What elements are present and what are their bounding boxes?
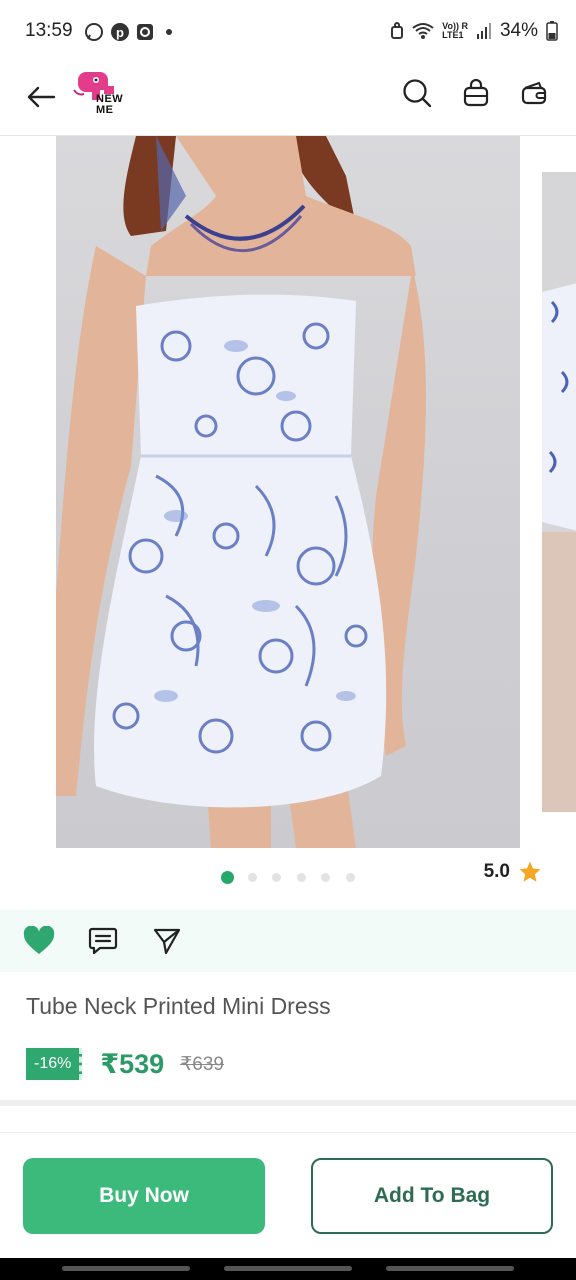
product-rating: 5.0 xyxy=(484,860,542,884)
search-icon xyxy=(403,79,432,108)
svg-text:p: p xyxy=(116,25,124,40)
product-image-carousel[interactable] xyxy=(0,136,576,850)
pinterest-icon: p xyxy=(111,23,129,41)
whatsapp-icon xyxy=(85,23,103,41)
section-divider xyxy=(0,1132,576,1133)
back-button[interactable] xyxy=(20,76,62,118)
signal-icon xyxy=(476,23,491,39)
carousel-dot[interactable] xyxy=(346,873,355,882)
system-navigation-bar xyxy=(0,1258,576,1280)
share-button[interactable] xyxy=(150,924,184,958)
search-button[interactable] xyxy=(396,72,438,114)
alarm-icon xyxy=(391,22,404,39)
carousel-dot[interactable] xyxy=(297,873,306,882)
wallet-button[interactable] xyxy=(514,72,556,114)
nav-recents-handle[interactable] xyxy=(386,1266,514,1271)
wallet-icon xyxy=(521,81,547,105)
wishlist-button[interactable] xyxy=(22,924,56,958)
logo-text: NEW ME xyxy=(96,93,124,116)
nav-back-handle[interactable] xyxy=(62,1266,190,1271)
selling-price: ₹539 xyxy=(100,1048,165,1079)
reviews-button[interactable] xyxy=(86,924,120,958)
add-to-bag-button[interactable]: Add To Bag xyxy=(311,1158,553,1234)
app-notification-icon xyxy=(137,24,153,40)
product-photo-main[interactable] xyxy=(56,136,520,848)
top-app-bar: NEW ME xyxy=(0,64,576,136)
battery-percent: 34% xyxy=(499,20,538,41)
carousel-dot[interactable] xyxy=(272,873,281,882)
share-icon xyxy=(153,928,181,955)
dot-icon xyxy=(166,29,172,35)
next-photo-preview xyxy=(542,283,576,812)
carousel-dot[interactable] xyxy=(248,873,257,882)
product-actions-row xyxy=(0,910,576,972)
battery-icon xyxy=(546,21,558,41)
status-bar: 13:59 p Vo)) R LTE1 34% xyxy=(0,0,576,64)
buy-now-button[interactable]: Buy Now xyxy=(23,1158,265,1234)
system-icons: Vo)) R LTE1 34% xyxy=(390,20,558,42)
carousel-dot[interactable] xyxy=(221,871,234,884)
nav-home-handle[interactable] xyxy=(224,1266,352,1271)
status-time: 13:59 xyxy=(25,20,73,41)
wifi-icon xyxy=(412,23,434,39)
section-divider xyxy=(0,1100,576,1106)
newme-logo[interactable]: NEW ME xyxy=(72,68,130,118)
notification-icons: p xyxy=(84,22,172,42)
bag-button[interactable] xyxy=(455,72,497,114)
price-row: -16% ₹539 ₹639 xyxy=(26,1046,224,1082)
comment-icon xyxy=(88,927,118,955)
product-photo-next[interactable] xyxy=(542,172,576,812)
discount-badge: -16% xyxy=(26,1048,83,1080)
bag-icon xyxy=(463,79,489,107)
star-icon xyxy=(519,861,541,882)
rating-value: 5.0 xyxy=(483,861,510,882)
product-title: Tube Neck Printed Mini Dress xyxy=(26,993,331,1019)
carousel-dot[interactable] xyxy=(321,873,330,882)
back-arrow-icon xyxy=(27,86,56,108)
heart-icon xyxy=(23,926,55,954)
original-price: ₹639 xyxy=(180,1053,224,1075)
model-dress-illustration xyxy=(56,136,426,848)
network-label: Vo)) R LTE1 xyxy=(442,21,468,40)
